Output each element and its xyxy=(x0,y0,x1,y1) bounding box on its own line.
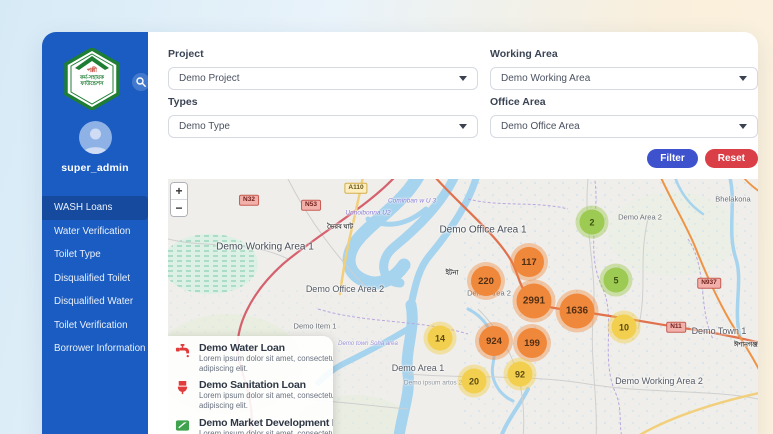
types-selected-value: Demo Type xyxy=(179,121,230,132)
legend-item: Demo Market Development LoanLorem ipsum … xyxy=(175,417,333,434)
filter-button[interactable]: Filter xyxy=(647,149,698,168)
legend-item-description: Lorem ipsum dolor sit amet, consectetur … xyxy=(199,428,333,434)
zoom-out-button[interactable]: − xyxy=(171,200,187,216)
map-cluster-marker[interactable]: 199 xyxy=(517,328,547,358)
logo-line-1: পল্লী xyxy=(86,68,98,74)
map-cluster-marker[interactable]: 20 xyxy=(461,368,487,394)
office-area-selected-value: Demo Office Area xyxy=(501,121,580,132)
map-cluster-marker[interactable]: 1636 xyxy=(559,293,595,329)
map-cluster-marker[interactable]: 5 xyxy=(603,267,629,293)
working-area-select[interactable]: Demo Working Area xyxy=(490,67,758,90)
map-container[interactable]: Demo Working Area 1 Demo Office Area 1 Dem… xyxy=(168,179,758,434)
filter-actions: Filter Reset xyxy=(168,149,758,168)
logo-line-3: ফাউন্ডেশন xyxy=(80,81,104,88)
field-types: Types Demo Type xyxy=(168,96,478,138)
search-icon xyxy=(136,77,146,87)
org-logo: পল্লী কর্ম-সহায়ক ফাউন্ডেশন xyxy=(63,48,121,110)
legend-item-title: Demo Water Loan xyxy=(199,342,285,354)
chevron-down-icon xyxy=(459,76,467,81)
map-cluster-marker[interactable]: 2 xyxy=(579,209,605,235)
map-cluster-marker[interactable]: 10 xyxy=(611,314,637,340)
avatar[interactable] xyxy=(79,121,112,154)
project-select[interactable]: Demo Project xyxy=(168,67,478,90)
road-badge-n937: N937 xyxy=(697,277,721,289)
faucet-icon xyxy=(175,342,191,373)
sidebar-menu: WASH Loans Water Verification Toilet Type D… xyxy=(42,196,148,361)
sidebar-item-toilet-type[interactable]: Toilet Type xyxy=(42,243,148,267)
road-badge-a110: A110 xyxy=(344,182,368,194)
project-label: Project xyxy=(168,48,204,60)
road-badge-n32: N32 xyxy=(239,194,259,206)
map-cluster-marker[interactable]: 924 xyxy=(479,326,509,356)
sidebar-item-water-verification[interactable]: Water Verification xyxy=(42,220,148,244)
map-zoom-control: + − xyxy=(170,182,188,217)
legend-item: Demo Sanitation Loan Lorem ipsum dolor si… xyxy=(175,379,333,410)
zoom-in-button[interactable]: + xyxy=(171,183,187,199)
sidebar: পল্লী কর্ম-সহায়ক ফাউন্ডেশন super_admin … xyxy=(42,32,150,434)
app-card: পল্লী কর্ম-সহায়ক ফাউন্ডেশন super_admin … xyxy=(42,32,758,434)
map-cluster-marker[interactable]: 2991 xyxy=(516,283,552,319)
road-badge-n11: N11 xyxy=(666,321,686,333)
main-content: Project Demo Project Working Area Demo Work… xyxy=(148,32,759,434)
user-icon xyxy=(83,128,108,154)
office-area-label: Office Area xyxy=(490,96,546,108)
reset-button[interactable]: Reset xyxy=(704,149,758,168)
project-selected-value: Demo Project xyxy=(179,73,240,84)
chevron-down-icon xyxy=(739,124,747,129)
sidebar-item-borrower-information[interactable]: Borrower Information xyxy=(42,337,148,361)
sidebar-item-wash-loans[interactable]: WASH Loans xyxy=(42,196,148,220)
legend-item-title: Demo Sanitation Loan xyxy=(199,379,306,392)
map-legend: Demo Water Loan Lorem ipsum dolor sit ame… xyxy=(168,336,333,434)
map-cluster-marker[interactable]: 117 xyxy=(514,247,544,277)
office-area-select[interactable]: Demo Office Area xyxy=(490,115,758,138)
filters-panel: Project Demo Project Working Area Demo Work… xyxy=(168,48,758,138)
types-select[interactable]: Demo Type xyxy=(168,115,478,138)
legend-item-description: Lorem ipsum dolor sit amet, consectetur … xyxy=(199,391,333,411)
legend-item-description: Lorem ipsum dolor sit amet, consectetur … xyxy=(199,354,333,373)
working-area-selected-value: Demo Working Area xyxy=(501,73,591,84)
field-office-area: Office Area Demo Office Area xyxy=(490,96,758,138)
chevron-down-icon xyxy=(459,124,467,129)
legend-item: Demo Water Loan Lorem ipsum dolor sit ame… xyxy=(175,342,333,373)
org-logo-text: পল্লী কর্ম-সহায়ক ফাউন্ডেশন xyxy=(63,68,121,88)
road-badge-n53: N53 xyxy=(301,199,321,211)
map-cluster-marker[interactable]: 220 xyxy=(471,266,501,296)
field-project: Project Demo Project xyxy=(168,48,478,90)
sidebar-item-toilet-verification[interactable]: Toilet Verification xyxy=(42,314,148,338)
working-area-label: Working Area xyxy=(490,48,558,60)
toilet-icon xyxy=(175,379,191,410)
chevron-down-icon xyxy=(739,76,747,81)
market-icon xyxy=(175,417,191,434)
username: super_admin xyxy=(61,162,129,174)
sidebar-item-disqualified-water[interactable]: Disqualified Water xyxy=(42,290,148,314)
legend-item-title: Demo Market Development Loan xyxy=(199,416,333,429)
sidebar-item-disqualified-toilet[interactable]: Disqualified Toilet xyxy=(42,267,148,291)
field-working-area: Working Area Demo Working Area xyxy=(490,48,758,90)
map-cluster-marker[interactable]: 92 xyxy=(507,361,533,387)
types-label: Types xyxy=(168,96,198,108)
map-cluster-marker[interactable]: 14 xyxy=(427,325,453,351)
